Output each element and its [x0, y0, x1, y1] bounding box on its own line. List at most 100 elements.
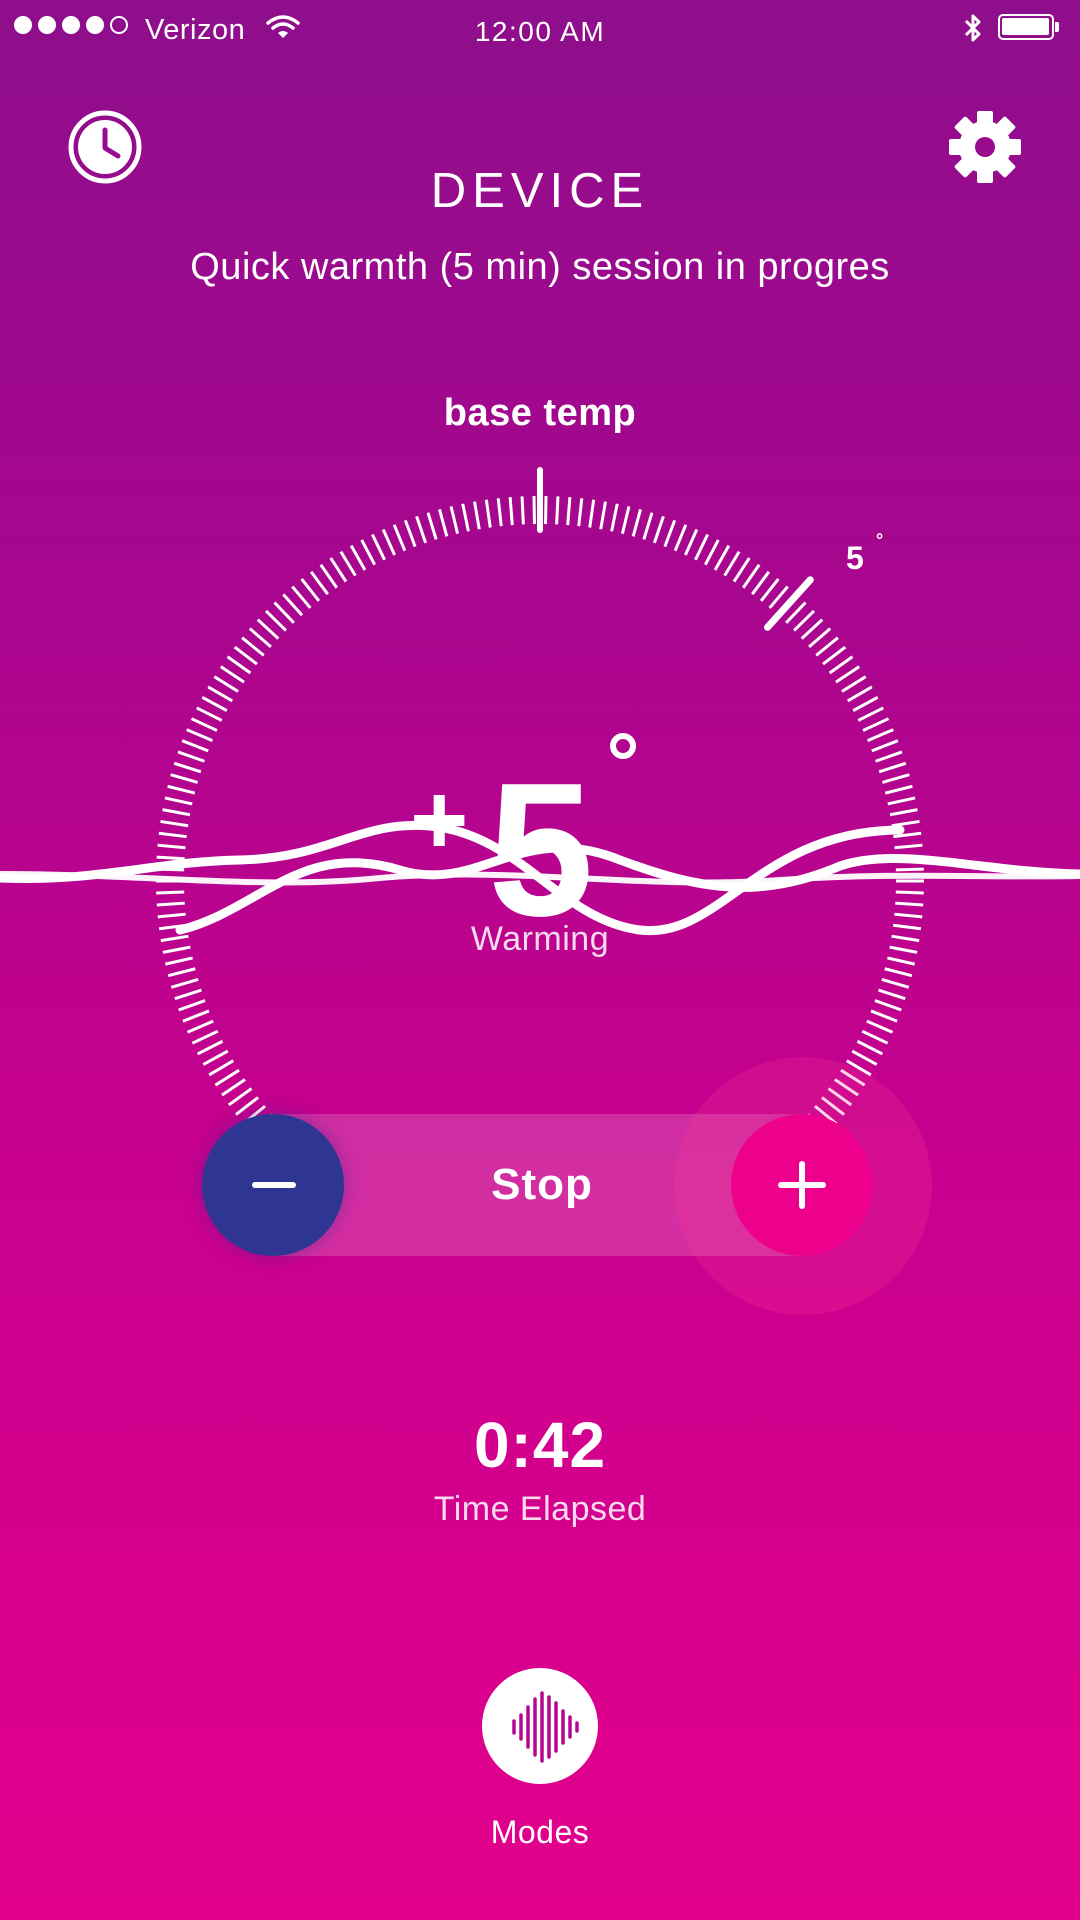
dial-tick	[874, 999, 902, 1012]
dial-tick	[177, 750, 205, 763]
minus-icon	[252, 1182, 296, 1188]
dial-marker-label: 5	[846, 540, 864, 576]
dial-tick	[588, 499, 596, 528]
temp-offset-sign: +	[410, 764, 469, 876]
dial-tick	[652, 515, 665, 544]
dial-tick	[329, 557, 348, 583]
dial-tick	[282, 593, 304, 617]
dial-tick	[620, 506, 631, 535]
dial-tick	[191, 1029, 219, 1045]
stop-button[interactable]: Stop	[362, 1114, 722, 1256]
dial-tick	[273, 601, 295, 624]
dial-tick	[360, 539, 377, 566]
dial-marker-degree: °	[876, 530, 884, 550]
modes-label: Modes	[490, 1814, 590, 1850]
dial-tick	[866, 728, 894, 742]
dial-tick	[723, 550, 741, 577]
dial-tick	[520, 496, 525, 525]
dial-tick	[202, 1049, 229, 1066]
dial-tick	[866, 1019, 894, 1034]
dial-tick	[484, 499, 492, 528]
dial-tick	[577, 498, 584, 527]
dial-tick	[339, 550, 357, 577]
dial-tick	[403, 519, 417, 548]
dial-tick	[186, 1019, 214, 1034]
dial-tick	[181, 739, 209, 753]
dial-tick	[190, 717, 218, 732]
dial-tick	[835, 665, 861, 684]
dial-tick	[566, 497, 572, 526]
dial-tick	[610, 503, 619, 532]
dial-tick	[449, 506, 460, 535]
dial-tick	[248, 627, 272, 649]
dial-tick	[173, 761, 202, 774]
dial-tick	[196, 706, 223, 722]
temperature-dial[interactable]	[0, 0, 1080, 1200]
dial-tick	[309, 570, 329, 596]
dial-tick	[808, 627, 832, 649]
dial-tick	[349, 544, 367, 571]
dial-tick	[473, 501, 481, 530]
dial-tick	[732, 557, 751, 583]
dial-tick	[861, 1029, 889, 1045]
dial-tick	[881, 978, 910, 989]
dial-tick	[852, 695, 879, 712]
dial-tick	[751, 570, 771, 596]
dial-tick	[875, 750, 903, 763]
dial-tick	[392, 524, 407, 552]
dial-tick	[415, 515, 428, 544]
degree-symbol-icon	[610, 733, 636, 759]
dial-tick	[663, 519, 677, 548]
dial-tick	[841, 675, 867, 693]
dial-tick	[319, 563, 338, 589]
waveform-icon	[512, 1691, 579, 1763]
dial-tick	[713, 544, 731, 571]
dial-tick	[226, 655, 252, 675]
dial-tick	[800, 618, 824, 640]
time-elapsed-value: 0:42	[473, 1409, 607, 1481]
dial-tick	[214, 1068, 240, 1087]
dial-tick	[170, 978, 199, 989]
dial-tick	[233, 645, 258, 666]
dial-tick	[631, 508, 642, 537]
dial-tick	[684, 528, 699, 556]
dial-tick	[182, 1009, 210, 1023]
dial-tick	[381, 528, 396, 556]
dial-tick	[742, 563, 761, 589]
dial-tick	[207, 685, 234, 703]
dial-tick	[208, 1059, 235, 1077]
increase-temp-button[interactable]	[731, 1114, 873, 1256]
warming-status: Warming	[470, 920, 610, 958]
dial-tick	[822, 645, 847, 666]
dial-tick	[851, 1049, 878, 1066]
dial-tick	[792, 609, 816, 632]
dial-tick	[186, 728, 214, 742]
dial-tick	[291, 585, 312, 609]
dial-tick	[555, 496, 560, 525]
dial-tick	[871, 739, 899, 753]
dial-tick	[642, 512, 654, 540]
dial-tick	[213, 675, 239, 693]
dial-tick	[371, 533, 386, 561]
dial-tick	[857, 706, 884, 722]
dial-tick	[221, 1078, 246, 1097]
dial-tick	[227, 1087, 253, 1107]
dial-tick	[178, 999, 206, 1012]
dial-tick	[174, 988, 202, 1001]
dial-tick	[862, 717, 890, 732]
decrease-temp-button[interactable]	[202, 1114, 344, 1256]
modes-button[interactable]	[482, 1668, 598, 1784]
dial-tick	[264, 609, 288, 632]
dial-tick	[673, 524, 688, 552]
dial-tick	[599, 501, 607, 530]
dial-tick	[426, 512, 438, 540]
dial-tick	[300, 578, 321, 602]
dial-tick	[241, 636, 265, 657]
dial-tick	[881, 773, 910, 784]
dial-tick	[461, 503, 470, 532]
dial-tick	[256, 618, 280, 640]
dial-tick	[201, 695, 228, 712]
dial-tick	[496, 498, 503, 527]
dial-tick	[196, 1039, 224, 1056]
dial-tick	[815, 636, 839, 657]
